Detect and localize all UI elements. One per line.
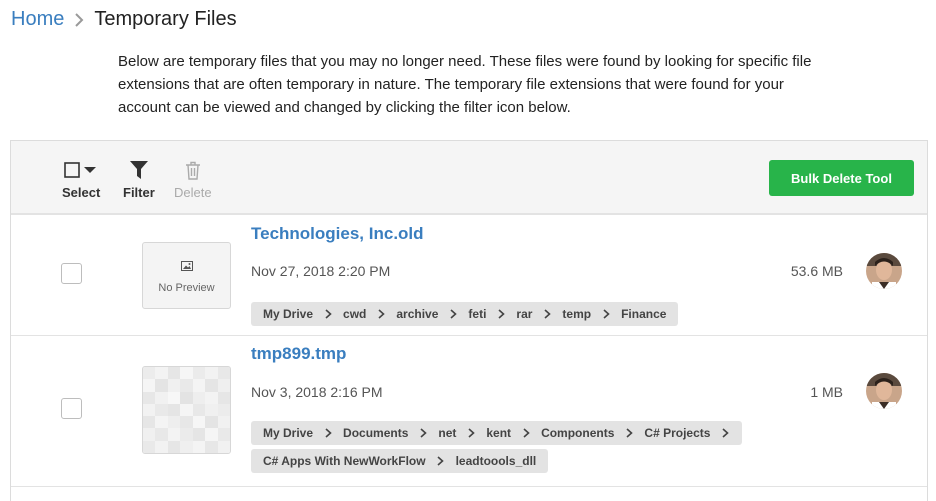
filter-icon — [129, 159, 148, 181]
chevron-right-icon — [448, 309, 458, 319]
file-name-link[interactable]: tmp899.tmp — [251, 344, 346, 364]
path-segment[interactable]: My Drive — [263, 426, 313, 440]
path-segment[interactable]: feti — [468, 307, 486, 321]
chevron-right-icon — [418, 428, 428, 438]
checkbox-dropdown-icon — [64, 159, 98, 181]
file-date: Nov 3, 2018 2:16 PM — [251, 384, 383, 400]
file-row: tmp899.tmp Nov 3, 2018 2:16 PM 1 MB My D… — [11, 336, 927, 487]
file-size: 1 MB — [810, 384, 843, 400]
file-size: 53.6 MB — [790, 263, 843, 279]
file-row: No Preview Technologies, Inc.old Nov 27,… — [11, 215, 927, 336]
path-segment[interactable]: Documents — [343, 426, 408, 440]
breadcrumb: Home Temporary Files — [11, 8, 237, 31]
path-segment[interactable]: Components — [541, 426, 614, 440]
image-icon — [180, 258, 193, 276]
intro-text: Below are temporary files that you may n… — [118, 53, 812, 116]
select-button[interactable]: Select — [62, 159, 100, 200]
path-segment[interactable]: C# Apps With NewWorkFlow — [263, 454, 426, 468]
path-segment[interactable]: My Drive — [263, 307, 313, 321]
trash-icon — [185, 159, 201, 181]
path-segment[interactable]: temp — [562, 307, 591, 321]
owner-avatar[interactable] — [866, 373, 902, 409]
chevron-right-icon — [521, 428, 531, 438]
chevron-right-icon — [542, 309, 552, 319]
file-checkbox[interactable] — [61, 263, 82, 284]
bulk-delete-tool-button[interactable]: Bulk Delete Tool — [769, 160, 914, 196]
chevron-right-icon — [466, 428, 476, 438]
file-path-breadcrumb: My Drive Documents net kent Components C… — [251, 421, 743, 445]
path-segment[interactable]: net — [438, 426, 456, 440]
filter-button[interactable]: Filter — [123, 159, 155, 200]
path-segment[interactable]: C# Projects — [644, 426, 710, 440]
no-preview-label: No Preview — [158, 281, 215, 294]
path-segment[interactable]: archive — [396, 307, 438, 321]
path-segment[interactable]: leadtoools_dll — [456, 454, 537, 468]
chevron-right-icon — [496, 309, 506, 319]
file-name-link[interactable]: Technologies, Inc.old — [251, 224, 424, 244]
breadcrumb-home-link[interactable]: Home — [11, 8, 64, 31]
file-preview: No Preview — [142, 242, 231, 309]
chevron-right-icon — [720, 428, 730, 438]
chevron-right-icon — [436, 456, 446, 466]
file-date: Nov 27, 2018 2:20 PM — [251, 263, 391, 279]
delete-button[interactable]: Delete — [174, 159, 212, 200]
select-label: Select — [62, 185, 101, 200]
chevron-right-icon — [323, 428, 333, 438]
path-segment[interactable]: rar — [516, 307, 532, 321]
chevron-right-icon — [601, 309, 611, 319]
file-path-breadcrumb: My Drive cwd archive feti rar temp Finan… — [251, 302, 679, 326]
page-title: Temporary Files — [94, 8, 237, 30]
path-segment[interactable]: kent — [486, 426, 511, 440]
chevron-right-icon — [376, 309, 386, 319]
chevron-right-icon — [323, 309, 333, 319]
file-checkbox[interactable] — [61, 398, 82, 419]
temporary-files-panel: Select Filter Delete Bulk Delete Tool No… — [10, 140, 928, 501]
chevron-right-icon — [624, 428, 634, 438]
chevron-right-icon — [68, 9, 90, 31]
path-segment[interactable]: cwd — [343, 307, 366, 321]
toolbar: Select Filter Delete Bulk Delete Tool — [11, 141, 927, 215]
file-path-breadcrumb-continued: C# Apps With NewWorkFlow leadtoools_dll — [251, 449, 549, 473]
file-thumbnail-blurred — [142, 366, 231, 454]
filter-label: Filter — [123, 185, 155, 200]
path-segment[interactable]: Finance — [621, 307, 666, 321]
owner-avatar[interactable] — [866, 253, 902, 289]
delete-label: Delete — [174, 185, 212, 200]
